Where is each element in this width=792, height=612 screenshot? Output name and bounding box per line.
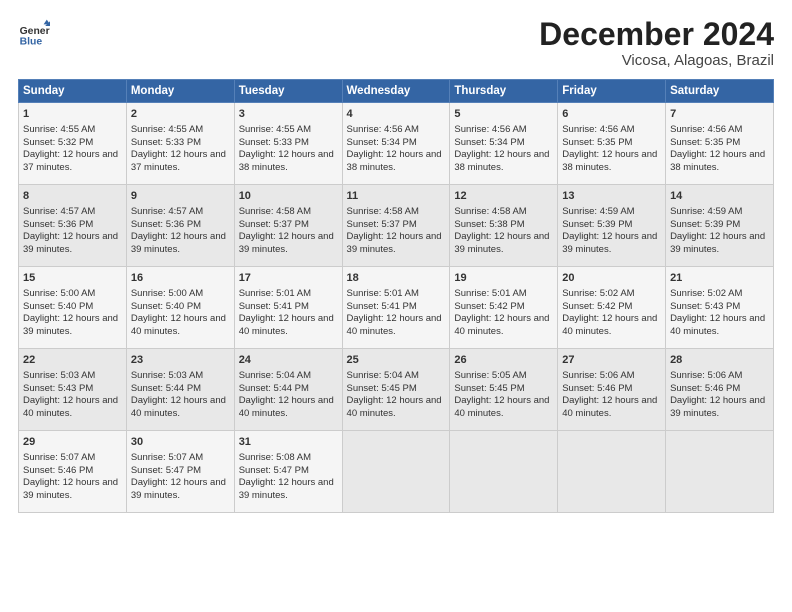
day-number: 9 bbox=[131, 189, 230, 204]
cell-w1-d1: 9Sunrise: 4:57 AMSunset: 5:36 PMDaylight… bbox=[126, 185, 234, 267]
day-number: 1 bbox=[23, 107, 122, 122]
day-number: 30 bbox=[131, 435, 230, 450]
cell-w4-d4 bbox=[450, 431, 558, 513]
cell-w3-d4: 26Sunrise: 5:05 AMSunset: 5:45 PMDayligh… bbox=[450, 349, 558, 431]
cell-w4-d0: 29Sunrise: 5:07 AMSunset: 5:46 PMDayligh… bbox=[19, 431, 127, 513]
week-row-3: 22Sunrise: 5:03 AMSunset: 5:43 PMDayligh… bbox=[19, 349, 774, 431]
day-number: 4 bbox=[347, 107, 446, 122]
day-number: 29 bbox=[23, 435, 122, 450]
col-tuesday: Tuesday bbox=[234, 80, 342, 103]
cell-w4-d2: 31Sunrise: 5:08 AMSunset: 5:47 PMDayligh… bbox=[234, 431, 342, 513]
location-title: Vicosa, Alagoas, Brazil bbox=[539, 52, 774, 69]
cell-w3-d3: 25Sunrise: 5:04 AMSunset: 5:45 PMDayligh… bbox=[342, 349, 450, 431]
day-number: 18 bbox=[347, 271, 446, 286]
day-number: 16 bbox=[131, 271, 230, 286]
header: General Blue December 2024 Vicosa, Alago… bbox=[18, 18, 774, 69]
cell-w3-d0: 22Sunrise: 5:03 AMSunset: 5:43 PMDayligh… bbox=[19, 349, 127, 431]
cell-w4-d1: 30Sunrise: 5:07 AMSunset: 5:47 PMDayligh… bbox=[126, 431, 234, 513]
day-number: 2 bbox=[131, 107, 230, 122]
col-monday: Monday bbox=[126, 80, 234, 103]
cell-w1-d4: 12Sunrise: 4:58 AMSunset: 5:38 PMDayligh… bbox=[450, 185, 558, 267]
cell-w3-d6: 28Sunrise: 5:06 AMSunset: 5:46 PMDayligh… bbox=[666, 349, 774, 431]
day-number: 20 bbox=[562, 271, 661, 286]
col-sunday: Sunday bbox=[19, 80, 127, 103]
week-row-2: 15Sunrise: 5:00 AMSunset: 5:40 PMDayligh… bbox=[19, 267, 774, 349]
day-number: 15 bbox=[23, 271, 122, 286]
day-number: 3 bbox=[239, 107, 338, 122]
day-number: 13 bbox=[562, 189, 661, 204]
week-row-4: 29Sunrise: 5:07 AMSunset: 5:46 PMDayligh… bbox=[19, 431, 774, 513]
week-row-1: 8Sunrise: 4:57 AMSunset: 5:36 PMDaylight… bbox=[19, 185, 774, 267]
day-number: 22 bbox=[23, 353, 122, 368]
day-number: 8 bbox=[23, 189, 122, 204]
day-number: 21 bbox=[670, 271, 769, 286]
cell-w2-d1: 16Sunrise: 5:00 AMSunset: 5:40 PMDayligh… bbox=[126, 267, 234, 349]
cell-w2-d3: 18Sunrise: 5:01 AMSunset: 5:41 PMDayligh… bbox=[342, 267, 450, 349]
cell-w0-d0: 1Sunrise: 4:55 AMSunset: 5:32 PMDaylight… bbox=[19, 103, 127, 185]
cell-w0-d6: 7Sunrise: 4:56 AMSunset: 5:35 PMDaylight… bbox=[666, 103, 774, 185]
col-thursday: Thursday bbox=[450, 80, 558, 103]
cell-w2-d0: 15Sunrise: 5:00 AMSunset: 5:40 PMDayligh… bbox=[19, 267, 127, 349]
logo: General Blue bbox=[18, 18, 50, 50]
cell-w0-d3: 4Sunrise: 4:56 AMSunset: 5:34 PMDaylight… bbox=[342, 103, 450, 185]
cell-w1-d2: 10Sunrise: 4:58 AMSunset: 5:37 PMDayligh… bbox=[234, 185, 342, 267]
col-wednesday: Wednesday bbox=[342, 80, 450, 103]
svg-text:Blue: Blue bbox=[20, 36, 43, 47]
day-number: 5 bbox=[454, 107, 553, 122]
cell-w0-d1: 2Sunrise: 4:55 AMSunset: 5:33 PMDaylight… bbox=[126, 103, 234, 185]
cell-w0-d4: 5Sunrise: 4:56 AMSunset: 5:34 PMDaylight… bbox=[450, 103, 558, 185]
day-number: 24 bbox=[239, 353, 338, 368]
logo-icon: General Blue bbox=[18, 18, 50, 50]
cell-w4-d6 bbox=[666, 431, 774, 513]
day-number: 11 bbox=[347, 189, 446, 204]
day-number: 17 bbox=[239, 271, 338, 286]
day-number: 7 bbox=[670, 107, 769, 122]
col-saturday: Saturday bbox=[666, 80, 774, 103]
cell-w0-d5: 6Sunrise: 4:56 AMSunset: 5:35 PMDaylight… bbox=[558, 103, 666, 185]
cell-w1-d3: 11Sunrise: 4:58 AMSunset: 5:37 PMDayligh… bbox=[342, 185, 450, 267]
cell-w3-d2: 24Sunrise: 5:04 AMSunset: 5:44 PMDayligh… bbox=[234, 349, 342, 431]
day-number: 28 bbox=[670, 353, 769, 368]
cell-w2-d2: 17Sunrise: 5:01 AMSunset: 5:41 PMDayligh… bbox=[234, 267, 342, 349]
page: General Blue December 2024 Vicosa, Alago… bbox=[0, 0, 792, 612]
calendar-table: Sunday Monday Tuesday Wednesday Thursday… bbox=[18, 79, 774, 513]
day-number: 23 bbox=[131, 353, 230, 368]
svg-text:General: General bbox=[20, 26, 50, 37]
day-number: 6 bbox=[562, 107, 661, 122]
cell-w2-d4: 19Sunrise: 5:01 AMSunset: 5:42 PMDayligh… bbox=[450, 267, 558, 349]
cell-w2-d6: 21Sunrise: 5:02 AMSunset: 5:43 PMDayligh… bbox=[666, 267, 774, 349]
day-number: 19 bbox=[454, 271, 553, 286]
day-number: 31 bbox=[239, 435, 338, 450]
day-number: 12 bbox=[454, 189, 553, 204]
title-block: December 2024 Vicosa, Alagoas, Brazil bbox=[539, 18, 774, 69]
day-number: 25 bbox=[347, 353, 446, 368]
day-number: 27 bbox=[562, 353, 661, 368]
cell-w4-d5 bbox=[558, 431, 666, 513]
col-friday: Friday bbox=[558, 80, 666, 103]
cell-w1-d6: 14Sunrise: 4:59 AMSunset: 5:39 PMDayligh… bbox=[666, 185, 774, 267]
cell-w1-d5: 13Sunrise: 4:59 AMSunset: 5:39 PMDayligh… bbox=[558, 185, 666, 267]
day-number: 26 bbox=[454, 353, 553, 368]
cell-w0-d2: 3Sunrise: 4:55 AMSunset: 5:33 PMDaylight… bbox=[234, 103, 342, 185]
cell-w3-d5: 27Sunrise: 5:06 AMSunset: 5:46 PMDayligh… bbox=[558, 349, 666, 431]
week-row-0: 1Sunrise: 4:55 AMSunset: 5:32 PMDaylight… bbox=[19, 103, 774, 185]
cell-w1-d0: 8Sunrise: 4:57 AMSunset: 5:36 PMDaylight… bbox=[19, 185, 127, 267]
day-number: 10 bbox=[239, 189, 338, 204]
header-row: Sunday Monday Tuesday Wednesday Thursday… bbox=[19, 80, 774, 103]
month-title: December 2024 bbox=[539, 18, 774, 50]
cell-w2-d5: 20Sunrise: 5:02 AMSunset: 5:42 PMDayligh… bbox=[558, 267, 666, 349]
day-number: 14 bbox=[670, 189, 769, 204]
cell-w3-d1: 23Sunrise: 5:03 AMSunset: 5:44 PMDayligh… bbox=[126, 349, 234, 431]
cell-w4-d3 bbox=[342, 431, 450, 513]
